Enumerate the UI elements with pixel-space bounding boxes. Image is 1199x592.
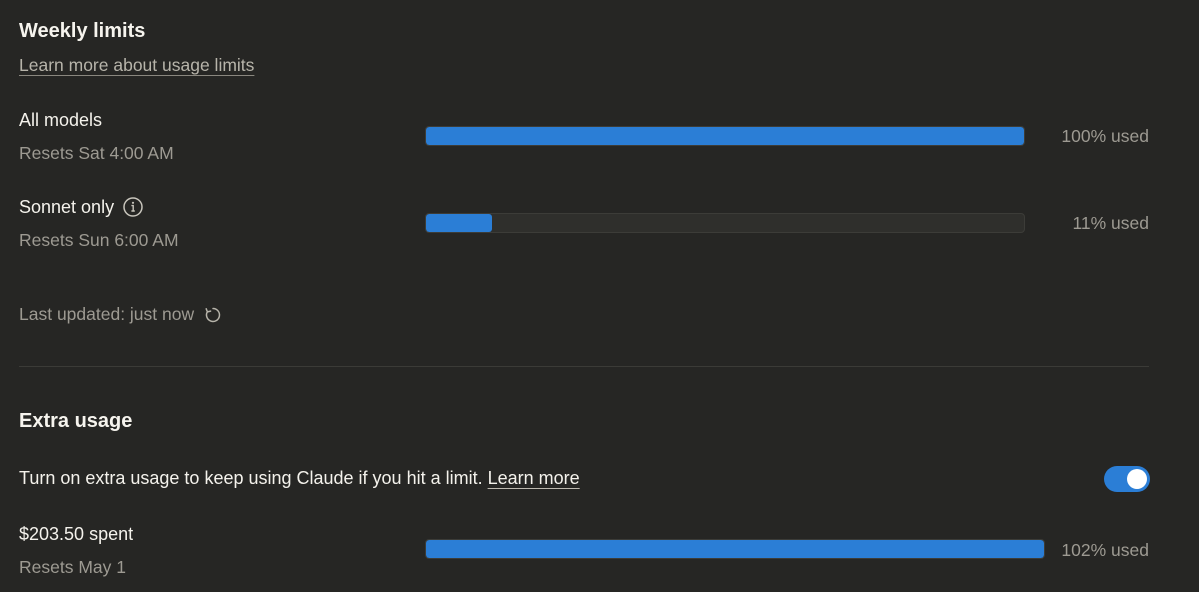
section-divider (19, 366, 1149, 367)
all-models-reset-text: Resets Sat 4:00 AM (19, 143, 174, 163)
extra-usage-title: Extra usage (19, 410, 133, 432)
sonnet-only-label-text: Sonnet only (19, 196, 115, 217)
extra-usage-spent-text: $203.50 spent (19, 524, 134, 544)
extra-usage-progress-bar (425, 539, 1045, 559)
all-models-label: All models (19, 110, 102, 131)
extra-usage-percent-used: 102% used (1061, 540, 1149, 560)
refresh-icon[interactable] (204, 306, 222, 324)
usage-settings-page: Weekly limits Learn more about usage lim… (0, 0, 1199, 592)
sonnet-only-label: Sonnet only (19, 196, 144, 218)
extra-usage-progress-fill (426, 540, 1044, 558)
extra-usage-reset-text: Resets May 1 (19, 557, 126, 577)
all-models-progress-fill (426, 127, 1024, 145)
info-icon[interactable] (122, 196, 144, 218)
learn-more-usage-limits-link[interactable]: Learn more about usage limits (19, 55, 254, 76)
extra-usage-learn-more-link[interactable]: Learn more (488, 468, 580, 488)
toggle-knob (1127, 469, 1147, 489)
extra-usage-description: Turn on extra usage to keep using Claude… (19, 468, 580, 489)
all-models-percent-used: 100% used (1061, 126, 1149, 146)
all-models-progress-bar (425, 126, 1025, 146)
sonnet-only-progress-fill (426, 214, 492, 232)
all-models-label-text: All models (19, 110, 103, 130)
extra-usage-description-text: Turn on extra usage to keep using Claude… (19, 468, 483, 488)
sonnet-only-progress-bar (425, 213, 1025, 233)
extra-usage-toggle[interactable] (1104, 466, 1150, 492)
last-updated: Last updated: just now (19, 304, 222, 325)
extra-usage-spent-label: $203.50 spent (19, 524, 133, 545)
sonnet-only-percent-used: 11% used (1072, 213, 1149, 233)
sonnet-only-reset-text: Resets Sun 6:00 AM (19, 230, 179, 250)
last-updated-text: Last updated: just now (19, 304, 195, 324)
weekly-limits-title: Weekly limits (19, 20, 146, 42)
